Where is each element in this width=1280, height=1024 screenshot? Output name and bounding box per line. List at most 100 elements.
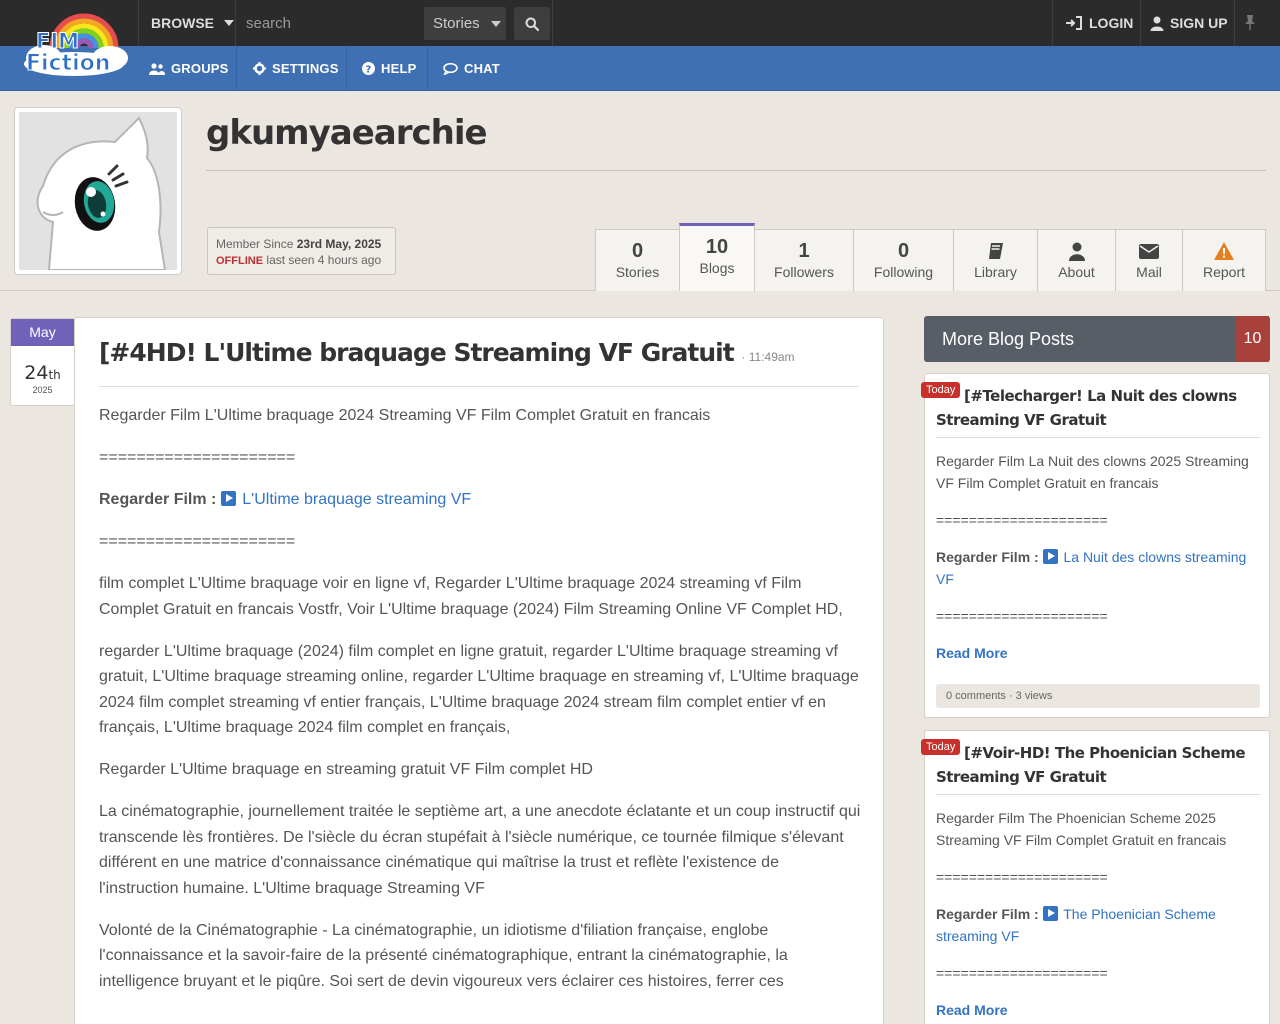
svg-text:FIM: FIM [36, 29, 79, 53]
blog-card-title[interactable]: [#Telecharger! La Nuit des clowns Stream… [936, 384, 1262, 432]
search-type-select[interactable]: Stories [424, 7, 506, 40]
separator: ===================== [99, 449, 296, 466]
svg-text:?: ? [365, 64, 371, 75]
users-icon [149, 62, 165, 75]
blog-card-intro: Regarder Film The Phoenician Scheme 2025… [936, 810, 1227, 848]
user-icon [1068, 242, 1085, 261]
tab-label: Followers [774, 264, 834, 280]
member-info: Member Since 23rd May, 2025 OFFLINE last… [207, 227, 396, 275]
nav-chat[interactable]: CHAT [443, 46, 500, 91]
post-intro: Regarder Film L'Ultime braquage 2024 Str… [99, 407, 711, 424]
watch-label: Regarder Film : [936, 906, 1039, 922]
post-body: Regarder Film L'Ultime braquage 2024 Str… [99, 403, 861, 1011]
login-button[interactable]: LOGIN [1054, 0, 1133, 46]
login-label: LOGIN [1089, 15, 1134, 31]
sidebar-count-badge: 10 [1235, 316, 1270, 362]
tab-label: Following [873, 264, 934, 280]
divider [346, 46, 347, 91]
book-icon [988, 243, 1003, 259]
tab-label: Mail [1136, 264, 1162, 280]
watch-line: Regarder Film : La Nuit des clowns strea… [936, 546, 1262, 590]
blog-post: [#4HD! L'Ultime braquage Streaming VF Gr… [74, 317, 884, 1024]
signup-label: SIGN UP [1170, 15, 1228, 31]
tab-label: Report [1202, 264, 1246, 280]
browse-label: BROWSE [151, 15, 214, 31]
divider [206, 170, 1266, 171]
svg-text:Fiction: Fiction [26, 51, 110, 76]
blog-card-body: Regarder Film La Nuit des clowns 2025 St… [936, 450, 1262, 679]
post-day-suffix: th [48, 368, 61, 382]
tab-label: Library [974, 264, 1017, 280]
divider [936, 437, 1260, 438]
divider [552, 0, 553, 46]
browse-menu[interactable]: BROWSE [138, 0, 236, 46]
profile-username: gkumyaearchie [206, 113, 488, 153]
read-more-link[interactable]: Read More [936, 1002, 1008, 1018]
nav-help[interactable]: ? HELP [362, 46, 416, 91]
tab-label: Stories [615, 264, 660, 280]
member-since-date: 23rd May, 2025 [296, 237, 382, 251]
tab-mail[interactable]: Mail [1115, 229, 1183, 291]
tab-label: Blogs [699, 260, 735, 276]
post-paragraph: Volonté de la Cinématographie - La ciném… [99, 921, 788, 990]
chevron-down-icon [224, 20, 234, 26]
search-input[interactable] [237, 0, 423, 46]
separator: ===================== [936, 869, 1108, 885]
pin-icon[interactable] [1243, 14, 1257, 30]
watch-label: Regarder Film : [99, 491, 217, 508]
post-title[interactable]: [#4HD! L'Ultime braquage Streaming VF Gr… [99, 338, 735, 367]
post-title-row: [#4HD! L'Ultime braquage Streaming VF Gr… [99, 338, 795, 367]
divider [1140, 0, 1141, 46]
tab-count: 1 [798, 240, 810, 262]
blog-card: Today [#Voir-HD! The Phoenician Scheme S… [921, 730, 1270, 1024]
nav-groups[interactable]: GROUPS [149, 46, 229, 91]
help-icon: ? [362, 62, 375, 75]
blog-card-title[interactable]: [#Voir-HD! The Phoenician Scheme Streami… [936, 741, 1262, 789]
tab-report[interactable]: Report [1182, 229, 1266, 291]
site-logo[interactable]: FIM Fiction [22, 8, 130, 78]
tab-count: 10 [705, 236, 729, 258]
watch-line: Regarder Film : L'Ultime braquage stream… [99, 487, 861, 513]
signup-button[interactable]: SIGN UP [1150, 0, 1228, 46]
watch-label: Regarder Film : [936, 549, 1039, 565]
post-paragraph: Regarder L'Ultime braquage en streaming … [99, 761, 593, 778]
tab-following[interactable]: 0 Following [853, 229, 954, 291]
blog-card: Today [#Telecharger! La Nuit des clowns … [921, 373, 1270, 718]
post-paragraph: La cinématographie, journellement traité… [99, 803, 861, 897]
divider [427, 46, 428, 91]
watch-line: Regarder Film : The Phoenician Scheme st… [936, 903, 1262, 947]
tab-blogs[interactable]: 10 Blogs [679, 223, 755, 291]
read-more-link[interactable]: Read More [936, 645, 1008, 661]
divider [236, 46, 237, 91]
tab-count: 0 [631, 240, 644, 262]
post-year: 2025 [32, 385, 53, 395]
profile-header: gkumyaearchie Member Since 23rd May, 202… [0, 91, 1280, 291]
tab-library[interactable]: Library [953, 229, 1038, 291]
tab-about[interactable]: About [1037, 229, 1116, 291]
divider [1234, 0, 1235, 46]
gear-icon [253, 62, 266, 75]
nav-settings-label: SETTINGS [272, 61, 339, 76]
nav-groups-label: GROUPS [171, 61, 229, 76]
tab-stories[interactable]: 0 Stories [595, 229, 680, 291]
divider [99, 386, 859, 387]
divider [936, 794, 1260, 795]
search-type-label: Stories [433, 15, 480, 32]
member-since-label: Member Since [216, 237, 294, 251]
play-icon [220, 491, 236, 506]
last-seen: last seen 4 hours ago [266, 253, 382, 267]
login-icon [1066, 16, 1082, 30]
nav-settings[interactable]: SETTINGS [253, 46, 339, 91]
post-month: May [11, 319, 74, 346]
post-day: 24th [24, 362, 61, 384]
divider [1052, 0, 1053, 46]
default-pony-avatar [19, 112, 177, 270]
sidebar-title: More Blog Posts [924, 316, 1269, 362]
watch-link[interactable]: L'Ultime braquage streaming VF [220, 491, 471, 508]
nav-help-label: HELP [381, 61, 417, 76]
secondary-nav: GROUPS SETTINGS ? HELP CHAT [0, 46, 1280, 91]
status-badge: OFFLINE [216, 255, 264, 267]
tab-followers[interactable]: 1 Followers [754, 229, 854, 291]
search-button[interactable] [514, 7, 550, 40]
avatar[interactable] [14, 107, 182, 275]
